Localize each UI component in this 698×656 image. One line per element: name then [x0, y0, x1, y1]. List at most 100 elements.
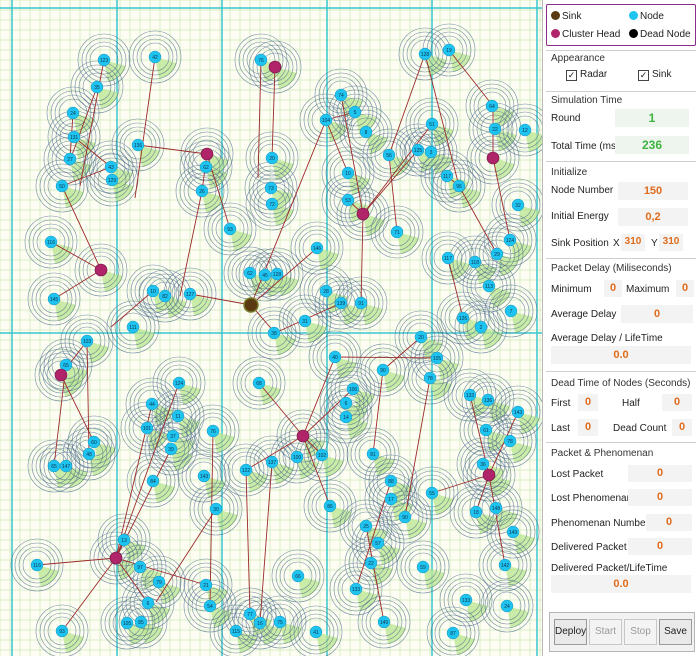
node-label: 55 — [429, 491, 435, 497]
node-label: 20 — [418, 335, 424, 341]
node-label: 125 — [414, 148, 423, 154]
node-label: 143 — [514, 410, 523, 416]
node-label: 145 — [50, 297, 59, 303]
node-label: 18 — [473, 510, 479, 516]
node-label: 39 — [168, 447, 174, 453]
node-label: 25 — [363, 524, 369, 530]
node-label: 71 — [394, 230, 400, 236]
node-label: 147 — [62, 464, 71, 470]
node-label: 73 — [268, 186, 274, 192]
minimum-field: 0 — [604, 280, 622, 297]
half-label: Half — [622, 398, 640, 409]
minimum-label: Minimum — [551, 284, 592, 295]
node-label: 124 — [175, 381, 184, 387]
start-button[interactable]: Start — [589, 619, 622, 645]
node-label: 116 — [33, 563, 41, 569]
node-label: 60 — [91, 440, 97, 446]
dead-time-title: Dead Time of Nodes (Seconds) — [551, 378, 691, 389]
simulation-canvas[interactable]: 123 42 76 128 19 35 74 64 24 104 51 22 12 131 5 136 8 56 2… — [0, 0, 542, 656]
node-label: 84 — [150, 479, 156, 485]
initial-energy-label: Initial Energy — [551, 211, 609, 222]
node-label: 75 — [277, 620, 283, 626]
node-label: 115 — [232, 629, 240, 635]
node-label: 2 — [480, 325, 483, 331]
node-label: 28 — [323, 289, 329, 295]
node-label: 11 — [175, 414, 180, 420]
node-label: 126 — [459, 316, 468, 322]
dead-time-section: Dead Time of Nodes (Seconds) First 0 Hal… — [546, 371, 696, 442]
wsn-simulator-window: 123 42 76 128 19 35 74 64 24 104 51 22 12 131 5 136 8 56 2… — [0, 0, 698, 656]
initial-energy-field[interactable]: 0,2 — [618, 208, 688, 226]
sink-dot-icon — [551, 11, 560, 20]
node-label: 90 — [380, 368, 386, 374]
legend-sink: Sink — [551, 11, 581, 22]
node-label: 51 — [429, 122, 435, 128]
sink-position-label: Sink Position — [551, 238, 609, 249]
link-line — [36, 557, 117, 566]
lost-phenomenon-field: 0 — [628, 489, 692, 506]
node-label: 79 — [156, 580, 162, 586]
node-label: 143 — [200, 474, 209, 480]
last-field: 0 — [578, 419, 598, 436]
node-label: 42 — [152, 55, 158, 61]
node-label: 65 — [51, 464, 57, 470]
sink-y-field[interactable]: 310 — [659, 234, 683, 251]
node-label: 74 — [338, 93, 344, 99]
node-label: 59 — [420, 565, 426, 571]
first-label: First — [551, 398, 571, 409]
appearance-section: Appearance ✓ Radar ✓ Sink — [546, 50, 696, 91]
node-label: 37 — [170, 434, 176, 440]
radar-checkbox[interactable]: ✓ Radar — [566, 69, 607, 81]
stop-button[interactable]: Stop — [624, 619, 657, 645]
node-number-field[interactable]: 150 — [618, 182, 688, 200]
node-label: 53 — [345, 198, 351, 204]
packet-delay-title: Packet Delay (Miliseconds) — [551, 263, 672, 274]
node-label: 105 — [433, 356, 442, 362]
node-label: 21 — [203, 583, 209, 589]
node-label: 133 — [352, 587, 361, 593]
packet-phenomenon-section: Packet & Phenomenan Lost Packet 0 Lost P… — [546, 442, 696, 603]
dead-count-field: 0 — [672, 419, 692, 436]
save-button[interactable]: Save — [659, 619, 692, 645]
network-field[interactable]: 123 42 7612819357464241045122 1213151368562… — [0, 0, 542, 656]
node-label: 149 — [509, 530, 518, 536]
legend-dead-node-label: Dead Node — [640, 29, 691, 40]
legend-dead-node: Dead Node — [629, 29, 691, 40]
node-label: 50 — [59, 184, 65, 190]
node-label: 102 — [318, 453, 327, 459]
node-label: 77 — [247, 612, 253, 618]
node-label: 66 — [295, 574, 301, 580]
node-label: 117 — [444, 256, 452, 262]
node-label: 7 — [510, 309, 513, 315]
node-label: 76 — [258, 58, 264, 64]
node-label: 129 — [108, 178, 117, 184]
node-label: 6 — [345, 401, 348, 407]
node-label: 139 — [337, 301, 346, 307]
delivered-packet-field: 0 — [628, 538, 692, 555]
sink-x-field[interactable]: 310 — [621, 234, 645, 251]
node-label: 124 — [506, 238, 515, 244]
radar-check-icon[interactable]: ✓ — [566, 70, 577, 81]
node-label: 22 — [368, 561, 374, 567]
link-line — [360, 213, 364, 304]
node-number-label: Node Number — [551, 185, 614, 196]
node-label: 48 — [86, 452, 92, 458]
node-label: 111 — [129, 325, 137, 331]
deploy-button[interactable]: Deploy — [554, 619, 587, 645]
node-label: 45 — [262, 273, 268, 279]
node-label: 146 — [313, 246, 322, 252]
node-label: 36 — [480, 462, 486, 468]
node-label: 113 — [485, 284, 493, 290]
node-label: 57 — [375, 541, 381, 547]
node-label: 86 — [327, 504, 333, 510]
sink-checkbox[interactable]: ✓ Sink — [638, 69, 671, 81]
initialize-title: Initialize — [551, 167, 588, 178]
appearance-title: Appearance — [551, 53, 605, 64]
node-label: 97 — [137, 565, 143, 571]
cluster-head-dot-icon — [551, 29, 560, 38]
legend: Sink Node Cluster Head Dead Node — [546, 4, 696, 46]
node-label: 24 — [70, 111, 76, 117]
cluster-head — [482, 468, 496, 482]
node-label: 41 — [313, 630, 319, 636]
sink-check-icon[interactable]: ✓ — [638, 70, 649, 81]
